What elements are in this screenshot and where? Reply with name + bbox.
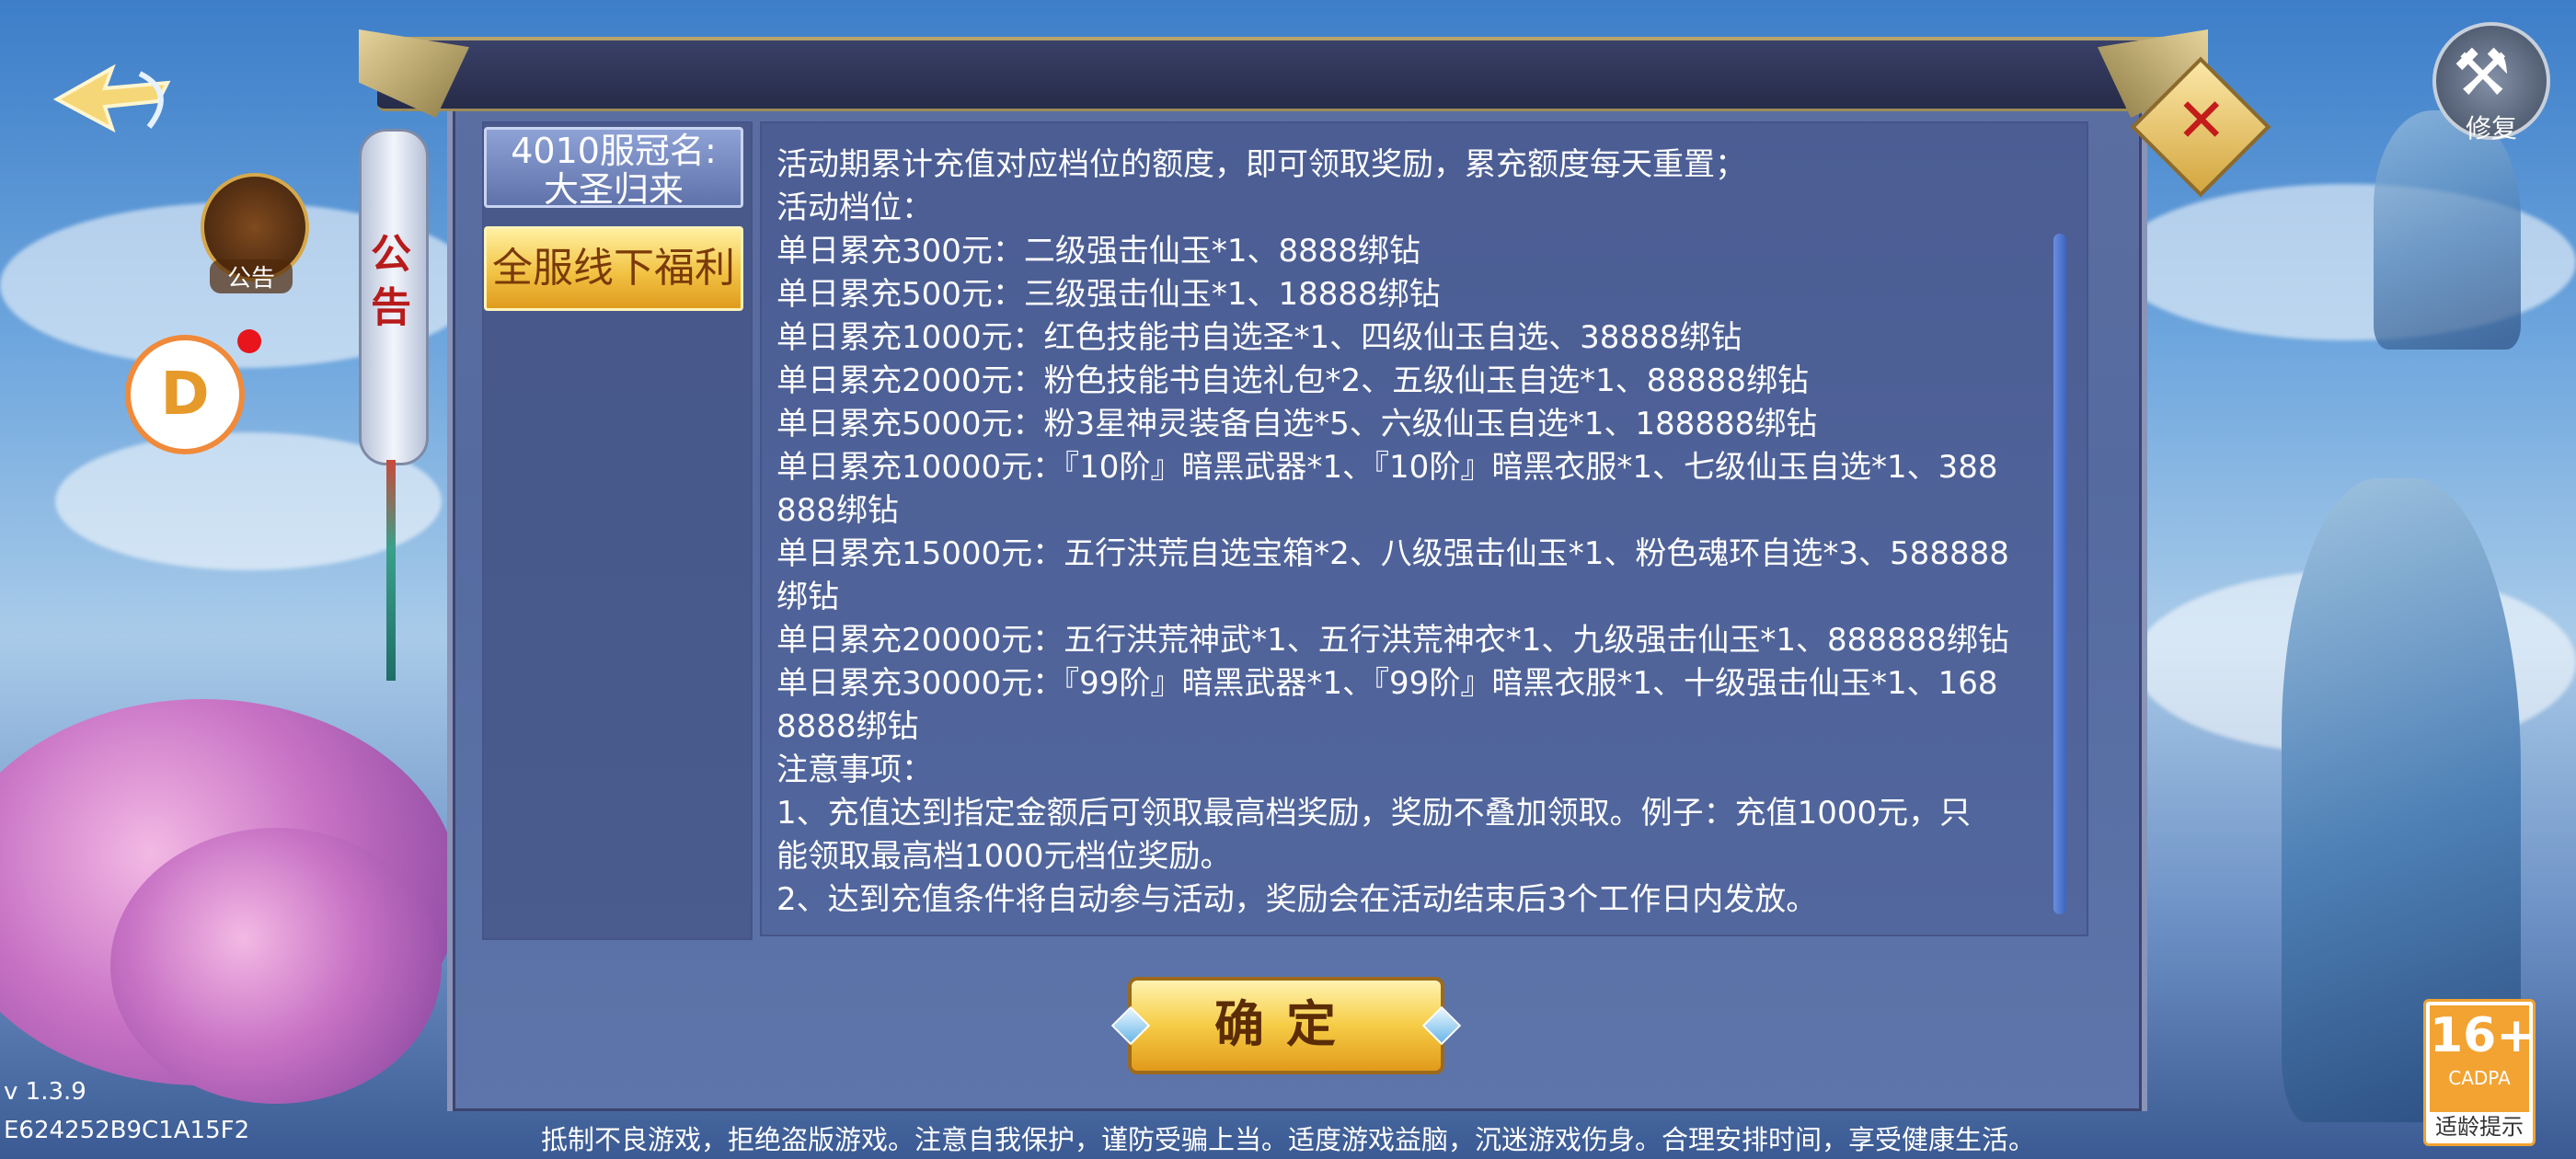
content-line: 1、充值达到指定金额后可领取最高档奖励，奖励不叠加领取。例子：充值1000元，只 bbox=[776, 795, 1972, 832]
tab-server-title[interactable]: 4010服冠名: 大圣归来 bbox=[484, 127, 743, 210]
tab-server-welfare[interactable]: 全服线下福利 bbox=[484, 226, 743, 311]
age-hint: 适龄提示 bbox=[2435, 1114, 2524, 1140]
content-line: 单日累充5000元：粉3星神灵装备自选*5、六级仙玉自选*1、188888绑钻 bbox=[776, 406, 1818, 442]
content-line: 能领取最高档1000元档位奖励。 bbox=[776, 838, 1232, 875]
d-button[interactable]: D bbox=[125, 335, 245, 454]
device-code: E624252B9C1A15F2 bbox=[4, 1117, 250, 1144]
content-line: 单日累充1000元：红色技能书自选圣*1、四级仙玉自选、38888绑钻 bbox=[776, 319, 1742, 356]
content-line: 单日累充500元：三级强击仙玉*1、18888绑钻 bbox=[776, 276, 1441, 313]
banner-char-1: 公 bbox=[371, 231, 411, 278]
notification-dot bbox=[237, 329, 261, 353]
content-line: 单日累充10000元：『10阶』暗黑武器*1、『10阶』暗黑衣服*1、七级仙玉自… bbox=[776, 449, 1998, 486]
cherry-tree bbox=[110, 828, 442, 1104]
content-line: 注意事项： bbox=[776, 752, 933, 788]
tab-label-line2: 大圣归来 bbox=[543, 169, 684, 210]
content-line: 单日累充20000元：五行洪荒神武*1、五行洪荒神衣*1、九级强击仙玉*1、88… bbox=[776, 622, 2009, 659]
tab-label-line1: 4010服冠名: bbox=[511, 131, 717, 171]
banner-label: 公 告 bbox=[359, 228, 423, 335]
notice-button[interactable]: 公告 bbox=[191, 164, 311, 302]
announcement-tab-list: 4010服冠名: 大圣归来 全服线下福利 bbox=[482, 121, 753, 940]
confirm-label: 确定 bbox=[1214, 995, 1358, 1053]
age-rating-badge: 16+ CADPA 适龄提示 bbox=[2423, 999, 2536, 1146]
announcement-content[interactable]: 活动期累计充值对应档位的额度，即可领取奖励，累充额度每天重置； 活动档位： 单日累充… bbox=[760, 121, 2088, 936]
content-line: 活动期累计充值对应档位的额度，即可领取奖励，累充额度每天重置； bbox=[776, 146, 1746, 183]
tassel-ornament bbox=[386, 460, 396, 681]
wrench-icon: ⚒ bbox=[2453, 35, 2511, 110]
back-arrow-icon bbox=[52, 63, 171, 133]
close-icon: ✕ bbox=[2176, 85, 2227, 156]
repair-button[interactable]: ⚒ 修复 bbox=[2432, 22, 2550, 143]
repair-label: 修复 bbox=[2465, 113, 2517, 143]
health-notice: 抵制不良游戏，拒绝盗版游戏。注意自我保护，谨防受骗上当。适度游戏益脑，沉迷游戏伤… bbox=[541, 1124, 2036, 1155]
cadpa-label: CADPA bbox=[2448, 1067, 2511, 1089]
content-line: 888绑钻 bbox=[776, 492, 899, 529]
banner-char-2: 告 bbox=[371, 284, 411, 331]
panel-header-frame bbox=[359, 29, 2190, 118]
mountain-rock bbox=[2374, 110, 2521, 350]
content-line: 单日累充30000元：『99阶』暗黑武器*1、『99阶』暗黑衣服*1、十级强击仙… bbox=[776, 665, 1998, 702]
version-text: v 1.3.9 bbox=[4, 1078, 86, 1106]
content-line: 单日累充2000元：粉色技能书自选礼包*2、五级仙玉自选*1、88888绑钻 bbox=[776, 362, 1809, 399]
content-line: 活动档位： bbox=[776, 189, 933, 226]
content-line: 绑钻 bbox=[776, 579, 839, 615]
back-button[interactable] bbox=[48, 55, 186, 147]
content-line: 8888绑钻 bbox=[776, 708, 919, 745]
age-rating: 16+ bbox=[2430, 1008, 2536, 1063]
notice-banner: 公 告 bbox=[355, 118, 429, 681]
frame-corner-ornament bbox=[359, 29, 469, 118]
content-line: 单日累充300元：二级强击仙玉*1、8888绑钻 bbox=[776, 233, 1421, 270]
announcement-text: 活动期累计充值对应档位的额度，即可领取奖励，累充额度每天重置； 活动档位： 单日累充… bbox=[776, 143, 2064, 922]
confirm-button[interactable]: 确定 bbox=[1110, 977, 1462, 1074]
content-scrollbar[interactable] bbox=[2053, 234, 2066, 914]
content-line: 2、达到充值条件将自动参与活动，奖励会在活动结束后3个工作日内发放。 bbox=[776, 881, 1818, 918]
content-line: 单日累充15000元：五行洪荒自选宝箱*2、八级强击仙玉*1、粉色魂环自选*3、… bbox=[776, 535, 2009, 572]
notice-label: 公告 bbox=[210, 259, 293, 293]
